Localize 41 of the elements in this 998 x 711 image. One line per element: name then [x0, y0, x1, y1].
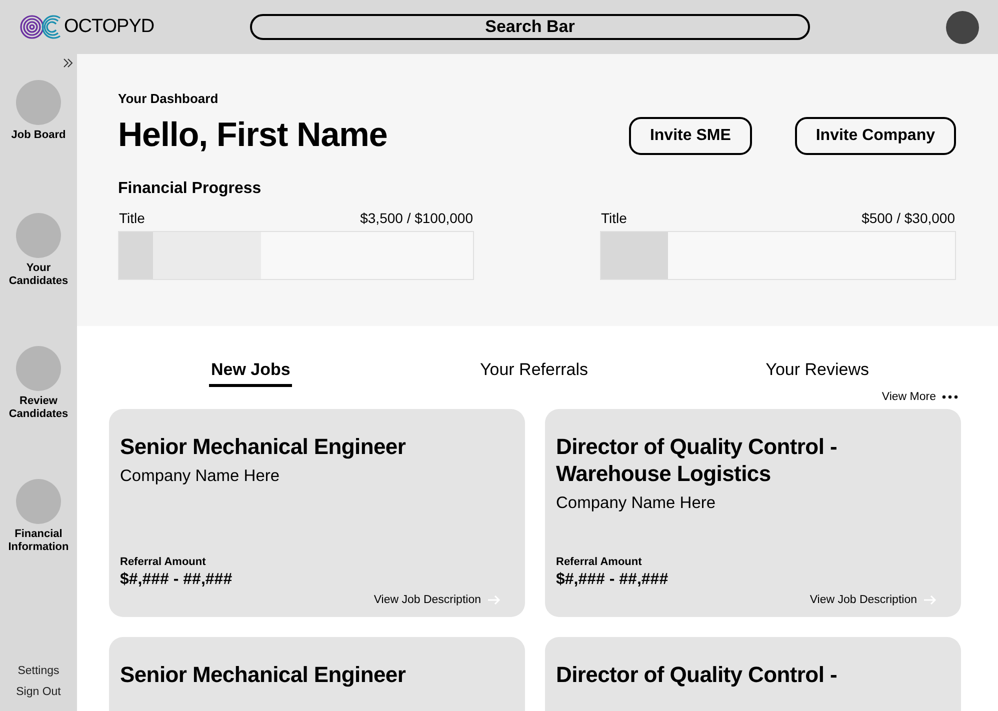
sidebar-link[interactable]: Settings: [18, 665, 60, 677]
sidebar-item[interactable]: Review Candidates: [0, 346, 77, 479]
invite-button[interactable]: Invite SME: [628, 116, 752, 154]
progress-title: Title: [601, 210, 627, 226]
job-title: Senior Mechanical Engineer: [120, 433, 407, 460]
progress-reading: $3,500 / $100,000: [360, 210, 473, 226]
nav-circle-icon: [16, 80, 61, 125]
view-job-link[interactable]: View Job Description: [374, 594, 481, 606]
referral-amount: $#,### - ##,###: [120, 571, 234, 589]
sidebar-item[interactable]: Job Board: [0, 80, 77, 213]
job-title: Director of Quality Control - Warehouse Logistics: [556, 433, 838, 487]
dashboard-eyebrow: Your Dashboard: [118, 91, 220, 106]
logo-icon: [20, 14, 62, 40]
nav-circle-icon: [16, 479, 61, 524]
search-field[interactable]: Search Bar: [250, 14, 810, 40]
more-dots-icon[interactable]: [942, 395, 958, 399]
tab[interactable]: New Jobs: [208, 360, 292, 387]
company-name: Company Name Here: [120, 467, 281, 486]
double-chevron-icon[interactable]: [63, 58, 73, 68]
referral-amount: $#,### - ##,###: [556, 571, 670, 589]
greeting-heading: Hello, First Name: [118, 116, 388, 155]
invite-button[interactable]: Invite Company: [794, 116, 956, 154]
progress-title: Title: [119, 210, 145, 226]
logo-text: OCTOPYD: [64, 16, 154, 38]
sidebar-link[interactable]: Sign Out: [16, 686, 61, 698]
sidebar-item[interactable]: Financial Information: [0, 479, 77, 612]
section-heading: Financial Progress: [118, 180, 262, 198]
tab[interactable]: Your Reviews: [764, 360, 871, 387]
view-job-link[interactable]: View Job Description: [810, 594, 917, 606]
sidebar-item[interactable]: Your Candidates: [0, 213, 77, 346]
nav-circle-icon: [16, 346, 61, 391]
company-name: Company Name Here: [556, 494, 717, 513]
referral-label: Referral Amount: [556, 556, 643, 568]
tab[interactable]: Your Referrals: [478, 360, 590, 387]
referral-label: Referral Amount: [120, 556, 207, 568]
avatar[interactable]: [946, 10, 979, 44]
job-title: Director of Quality Control -: [556, 661, 838, 688]
job-title: Senior Mechanical Engineer: [120, 661, 407, 688]
view-more-link[interactable]: View More: [882, 391, 936, 403]
nav-circle-icon: [16, 213, 61, 258]
progress-reading: $500 / $30,000: [862, 210, 955, 226]
